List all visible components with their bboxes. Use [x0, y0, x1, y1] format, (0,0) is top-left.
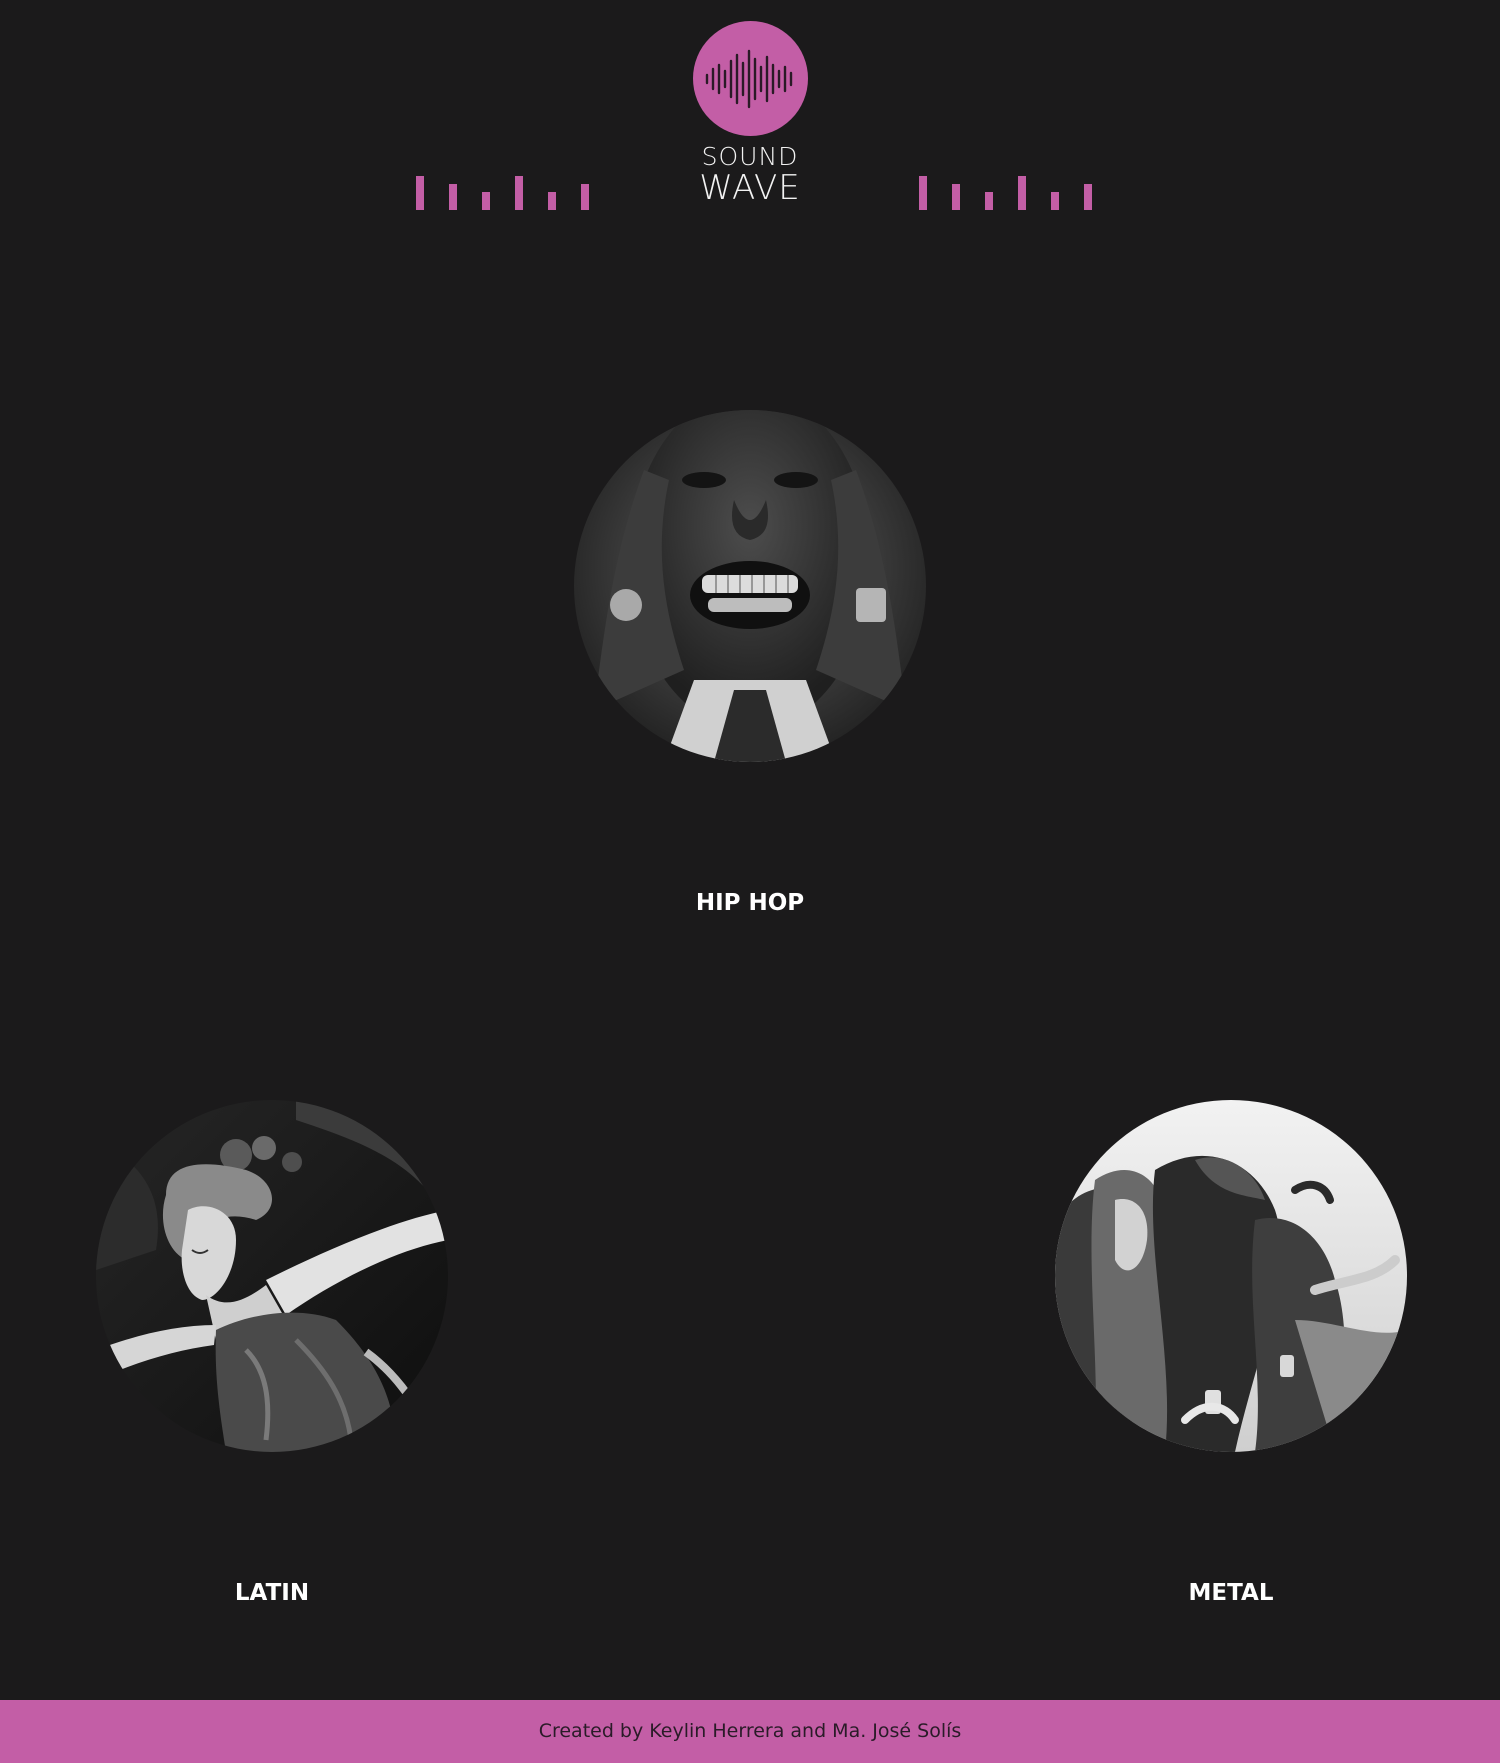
- logo[interactable]: [693, 21, 808, 136]
- eq-bar: [482, 192, 490, 210]
- brand-line-1: SOUND: [701, 142, 799, 171]
- genre-card-hiphop[interactable]: HIP HOP: [574, 410, 926, 916]
- equalizer-right-icon: [917, 170, 1097, 210]
- genre-image-latin[interactable]: [96, 1100, 448, 1452]
- eq-bar: [548, 192, 556, 210]
- eq-bar: [1051, 192, 1059, 210]
- eq-bar: [952, 184, 960, 210]
- brand-line-2: WAVE: [699, 168, 801, 208]
- brand-wordmark: SOUND WAVE: [650, 144, 850, 205]
- genre-label-hiphop[interactable]: HIP HOP: [574, 890, 926, 916]
- genre-card-latin[interactable]: LATIN: [96, 1100, 448, 1606]
- equalizer-left-icon: [414, 170, 594, 210]
- eq-bar: [1018, 176, 1026, 210]
- eq-bar: [581, 184, 589, 210]
- genre-image-metal[interactable]: [1055, 1100, 1407, 1452]
- footer-credit: Created by Keylin Herrera and Ma. José S…: [538, 1720, 962, 1742]
- eq-bar: [919, 176, 927, 210]
- page: SOUND WAVE HIP HOP LATIN METAL Created b…: [0, 0, 1500, 1763]
- footer: Created by Keylin Herrera and Ma. José S…: [0, 1700, 1500, 1763]
- soundwave-icon: [705, 49, 793, 109]
- genre-label-latin[interactable]: LATIN: [96, 1580, 448, 1606]
- eq-bar: [515, 176, 523, 210]
- eq-bar: [985, 192, 993, 210]
- eq-bar: [416, 176, 424, 210]
- eq-bar: [449, 184, 457, 210]
- genre-image-hiphop[interactable]: [574, 410, 926, 762]
- eq-bar: [1084, 184, 1092, 210]
- genre-card-metal[interactable]: METAL: [1055, 1100, 1407, 1606]
- genre-label-metal[interactable]: METAL: [1055, 1580, 1407, 1606]
